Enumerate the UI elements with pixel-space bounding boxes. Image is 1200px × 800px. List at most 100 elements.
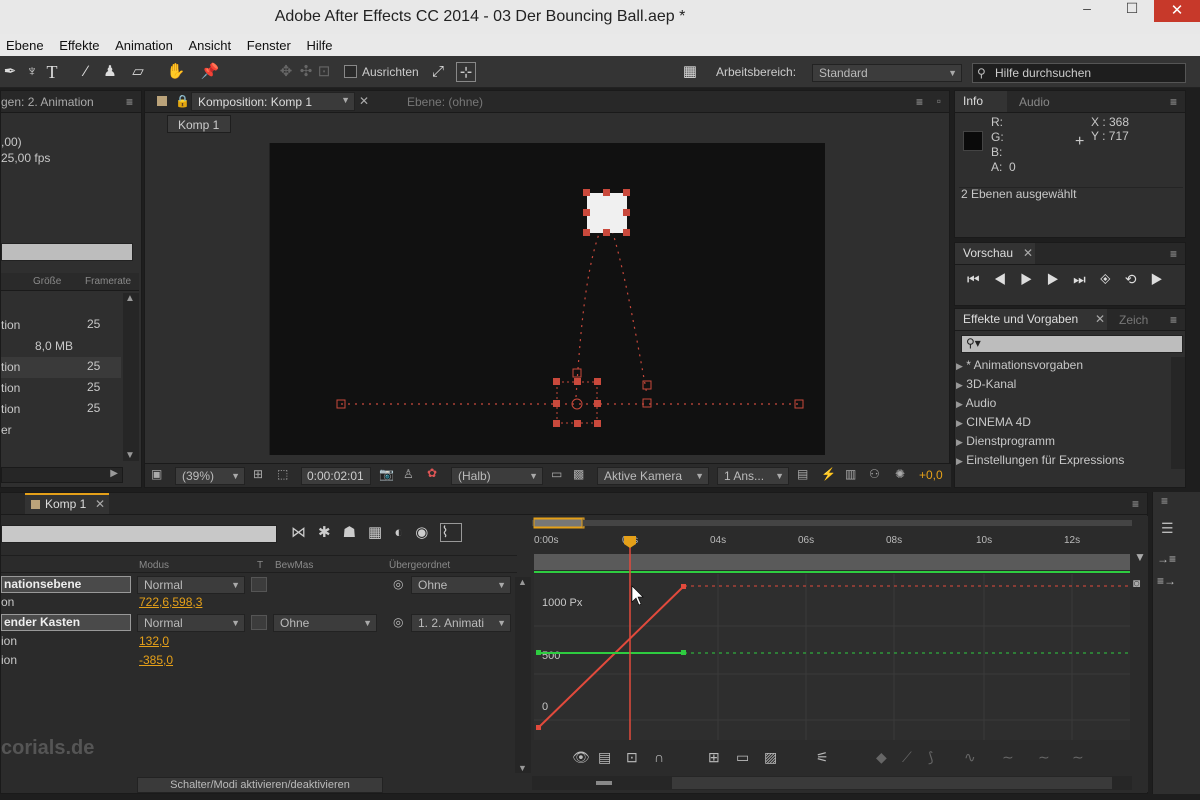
pen-icon[interactable]: ♆ — [22, 62, 42, 82]
effects-item[interactable]: ▶ Einstellungen für Expressions — [956, 453, 1172, 467]
snap-icon[interactable]: ⤢ — [428, 62, 448, 82]
effects-tab[interactable]: Effekte und Vorgaben — [955, 309, 1107, 330]
help-search-input[interactable]: ⚲ Hilfe durchsuchen — [972, 63, 1186, 83]
align-left-icon[interactable]: ☰ — [1161, 520, 1174, 537]
scroll-up-icon[interactable]: ▲ — [125, 293, 135, 304]
ease-both-icon[interactable]: ∼ — [1072, 749, 1084, 765]
scroll-down-icon[interactable]: ▼ — [125, 450, 135, 461]
col-trkmat[interactable]: BewMas — [275, 560, 313, 571]
toggle-pixel-icon[interactable]: ▤ — [797, 467, 808, 481]
panel-menu-icon[interactable]: ≡ — [1170, 95, 1177, 109]
brainstorm-icon[interactable]: ◉ — [415, 524, 440, 541]
play-icon[interactable]: ▶ — [1020, 271, 1047, 287]
info-tab[interactable]: Info — [955, 91, 1007, 112]
snap-frame-icon[interactable]: ⊹ — [456, 62, 476, 82]
graph-options-icon[interactable]: ▤ — [598, 749, 611, 765]
effects-item[interactable]: ▶ * Animationsvorgaben — [956, 358, 1172, 372]
effects-item[interactable]: ▶ Audio — [956, 396, 1172, 410]
minimize-button[interactable]: – — [1064, 0, 1110, 22]
layer-mode-dropdown[interactable]: Normal — [137, 576, 245, 594]
col-mode[interactable]: Modus — [139, 560, 169, 571]
comp-viewer[interactable] — [269, 143, 825, 455]
panel-menu-icon[interactable]: ≡ — [126, 95, 133, 109]
next-frame-icon[interactable]: ▶ — [1047, 271, 1074, 287]
menu-animation[interactable]: Animation — [109, 34, 179, 53]
timecode-field[interactable]: 0:00:02:01 — [301, 467, 371, 485]
menu-effekte[interactable]: Effekte — [53, 34, 105, 53]
keyframe[interactable] — [536, 725, 541, 730]
ease-out-icon[interactable]: ∼ — [1038, 749, 1050, 765]
indent-left-icon[interactable]: →≡ — [1157, 552, 1176, 566]
last-frame-icon[interactable]: ⏭ — [1073, 271, 1100, 287]
separate-dimensions-icon[interactable]: ▨ — [764, 749, 777, 765]
work-area[interactable] — [534, 554, 1130, 570]
camera-icon[interactable]: 📷 — [379, 467, 394, 481]
edit-keyframe-icon[interactable]: ⚟ — [816, 749, 829, 765]
preserve-transparency-checkbox[interactable] — [251, 577, 267, 592]
brush-tool-icon[interactable]: ∕ — [76, 62, 96, 82]
graph-editor[interactable]: 0:00s 02s 04s 06s 08s 10s 12s 1000 Px 50… — [532, 516, 1132, 792]
camera-dropdown[interactable]: Aktive Kamera — [597, 467, 709, 485]
comp-mini-flowchart-icon[interactable]: ⋈ — [291, 524, 318, 541]
layer-name[interactable]: ender Kasten — [1, 614, 131, 631]
scroll-up-icon[interactable]: ▲ — [518, 577, 527, 587]
list-item[interactable]: tion 25 — [1, 378, 121, 399]
maximize-button[interactable]: ☐ — [1110, 0, 1154, 22]
panel-close-icon[interactable]: ▫ — [937, 94, 941, 108]
layer-mode-dropdown[interactable]: Normal — [137, 614, 245, 632]
col-size[interactable]: Größe — [33, 276, 61, 287]
panel-menu-icon[interactable]: ≡ — [1132, 497, 1139, 511]
keyframe[interactable] — [681, 584, 686, 589]
prev-frame-icon[interactable]: ◀ — [994, 271, 1021, 287]
project-hscrollbar[interactable]: ▶ — [1, 467, 123, 483]
graph-editor-icon[interactable]: ⌇ — [440, 523, 462, 542]
y-position-value[interactable]: -385,0 — [139, 653, 173, 667]
effects-search-input[interactable]: ⚲▾ — [961, 335, 1183, 353]
project-scrollbar[interactable]: ▲ ▼ — [123, 293, 139, 461]
resolution-dropdown[interactable]: (Halb) — [451, 467, 543, 485]
timeline-tab[interactable]: Komp 1 — [45, 497, 86, 511]
menu-hilfe[interactable]: Hilfe — [300, 34, 338, 53]
first-frame-icon[interactable]: ⏮ — [967, 271, 994, 287]
layers-scrollbar[interactable]: ▲ ▼ — [515, 577, 531, 773]
menu-ebene[interactable]: Ebene — [0, 34, 50, 53]
hold-icon[interactable]: ◆ — [876, 749, 887, 765]
project-tab[interactable]: gen: 2. Animation — [1, 95, 94, 109]
menu-fenster[interactable]: Fenster — [241, 34, 297, 53]
toggle-switches-modes-button[interactable]: Schalter/Modi aktivieren/deaktivieren — [137, 777, 383, 793]
frame-blending-icon[interactable]: ▦ — [368, 524, 394, 541]
safe-zones-icon[interactable]: ⊞ — [253, 467, 263, 481]
graph-snapshot-icon[interactable]: ◙ — [1133, 576, 1140, 590]
always-preview-icon[interactable]: ▣ — [151, 467, 162, 481]
mask-visibility-icon[interactable]: ⬚ — [277, 467, 288, 481]
project-search-input[interactable] — [1, 243, 133, 261]
pickwhip-icon[interactable]: ◎ — [393, 615, 403, 629]
eraser-tool-icon[interactable]: ▱ — [128, 62, 148, 82]
audio-tab[interactable]: Audio — [1019, 95, 1050, 109]
roi-icon[interactable]: ▭ — [551, 467, 562, 481]
trackmatte-dropdown[interactable]: Ohne — [273, 614, 377, 632]
layer-name[interactable]: nationsebene — [1, 576, 131, 593]
indent-first-icon[interactable]: ≡→ — [1157, 574, 1176, 588]
puppet-pin-icon[interactable]: 📌 — [200, 62, 220, 82]
comp-tab[interactable]: Komposition: Komp 1 — [198, 95, 312, 109]
transparency-grid-icon[interactable]: ▩ — [573, 467, 584, 481]
keyframe[interactable] — [681, 650, 686, 655]
lock-icon[interactable]: 🔒 — [175, 94, 190, 108]
timeline-hscroll[interactable] — [672, 777, 1112, 789]
audio-icon[interactable]: ◈ — [1100, 271, 1125, 287]
show-snapshot-icon[interactable]: ♙ — [403, 467, 414, 481]
pickwhip-icon[interactable]: ◎ — [393, 577, 403, 591]
axis-local-icon[interactable]: ✥ — [276, 62, 296, 82]
auto-bezier-icon[interactable]: ⟆ — [928, 749, 933, 765]
channels-icon[interactable]: ✿ — [427, 466, 437, 480]
effects-item[interactable]: ▶ CINEMA 4D — [956, 415, 1172, 429]
transform-box-icon[interactable]: ⊡ — [626, 749, 638, 765]
effects-item[interactable]: ▶ 3D-Kanal — [956, 377, 1172, 391]
panel-menu-icon[interactable]: ≡ — [916, 95, 923, 109]
bouncing-box-layer[interactable] — [587, 193, 627, 233]
align-checkbox[interactable] — [344, 65, 357, 78]
comp-tab-close-icon[interactable]: ✕ — [359, 94, 369, 108]
views-dropdown[interactable]: 1 Ans... — [717, 467, 789, 485]
time-navigator[interactable] — [533, 518, 583, 528]
